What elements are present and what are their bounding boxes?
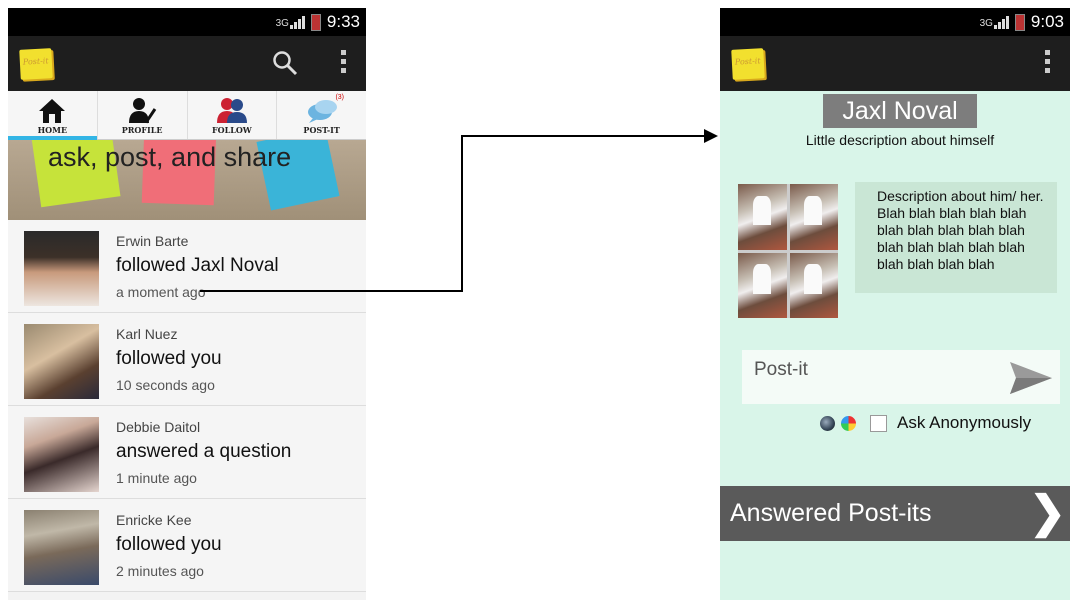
profile-photo[interactable]	[789, 252, 838, 318]
avatar[interactable]	[24, 324, 99, 399]
overflow-menu-icon[interactable]	[341, 50, 346, 73]
profile-icon	[129, 98, 157, 124]
profile-photo-grid[interactable]	[738, 184, 838, 318]
tab-profile[interactable]: PROFILE	[98, 91, 188, 139]
feed-user-name[interactable]: Debbie Daitol	[116, 419, 200, 435]
notification-badge: (3)	[335, 94, 344, 101]
feed-action: followed Jaxl Noval	[116, 255, 279, 276]
list-item[interactable]: Debbie Daitol answered a question 1 minu…	[8, 406, 366, 499]
feed-user-name[interactable]: Enricke Kee	[116, 512, 191, 528]
app-logo[interactable]: Post-it	[19, 47, 53, 80]
feed-user-name[interactable]: Erwin Barte	[116, 233, 188, 249]
profile-photo[interactable]	[738, 184, 787, 250]
status-time: 9:03	[1030, 12, 1064, 31]
feed-time: 10 seconds ago	[116, 377, 215, 393]
profile-bio: Description about him/ her. Blah blah bl…	[855, 182, 1057, 293]
tab-bar: HOME PROFILE FOLLOW (3) POST-IT	[8, 91, 366, 140]
list-item[interactable]: Enricke Kee followed you 2 minutes ago	[8, 499, 366, 592]
home-screen: 3G 9:33 Post-it HOME PROFILE FOLLOW (3) …	[8, 8, 366, 600]
send-icon[interactable]	[1008, 360, 1054, 396]
battery-icon	[1014, 13, 1025, 31]
feed-user-name[interactable]: Karl Nuez	[116, 326, 177, 342]
overflow-menu-icon[interactable]	[1045, 50, 1050, 73]
tab-follow[interactable]: FOLLOW	[188, 91, 278, 139]
banner: ask, post, and share	[8, 140, 366, 220]
postit-input[interactable]: Post-it	[742, 350, 1060, 404]
profile-photo[interactable]	[789, 184, 838, 250]
profile-name: Jaxl Noval	[823, 94, 977, 128]
answered-post-its-label: Answered Post-its	[730, 499, 932, 527]
feed-action: answered a question	[116, 441, 292, 462]
follow-icon	[216, 98, 247, 123]
chevron-right-icon: ❯	[1029, 488, 1066, 537]
profile-tagline: Little description about himself	[805, 132, 995, 148]
profile-screen: 3G 9:03 Post-it Jaxl Noval Little descri…	[720, 8, 1070, 600]
list-item[interactable]: Karl Nuez followed you 10 seconds ago	[8, 313, 366, 406]
action-bar: Post-it	[720, 36, 1070, 91]
status-time: 9:33	[326, 12, 360, 31]
tab-home[interactable]: HOME	[8, 91, 98, 140]
ask-anonymously-row: Ask Anonymously	[820, 413, 1031, 433]
signal-icon: 3G	[276, 15, 305, 29]
battery-icon	[310, 13, 321, 31]
postit-placeholder: Post-it	[754, 359, 808, 380]
feed-time: a moment ago	[116, 284, 206, 300]
app-logo[interactable]: Post-it	[731, 47, 765, 80]
ask-anonymously-label: Ask Anonymously	[897, 413, 1032, 432]
status-bar: 3G 9:03	[720, 8, 1070, 36]
home-icon	[39, 99, 66, 123]
avatar[interactable]	[24, 510, 99, 585]
color-wheel-icon[interactable]	[841, 415, 856, 431]
feed-time: 2 minutes ago	[116, 563, 204, 579]
theme-circle-icon[interactable]	[820, 415, 835, 431]
ask-anonymously-checkbox[interactable]	[870, 414, 887, 432]
feed-action: followed you	[116, 348, 222, 369]
signal-icon: 3G	[980, 15, 1009, 29]
answered-post-its-button[interactable]: Answered Post-its ❯	[720, 486, 1070, 541]
profile-photo[interactable]	[738, 252, 787, 318]
feed-action: followed you	[116, 534, 222, 555]
list-item[interactable]: Erwin Barte followed Jaxl Noval a moment…	[8, 220, 366, 313]
search-icon[interactable]	[272, 50, 298, 76]
activity-feed: Erwin Barte followed Jaxl Noval a moment…	[8, 220, 366, 592]
post-it-icon	[307, 100, 337, 123]
avatar[interactable]	[24, 231, 99, 306]
banner-tagline: ask, post, and share	[48, 142, 292, 172]
status-bar: 3G 9:33	[8, 8, 366, 36]
action-bar: Post-it	[8, 36, 366, 91]
feed-time: 1 minute ago	[116, 470, 197, 486]
tab-post-it[interactable]: (3) POST-IT	[277, 91, 366, 139]
avatar[interactable]	[24, 417, 99, 492]
